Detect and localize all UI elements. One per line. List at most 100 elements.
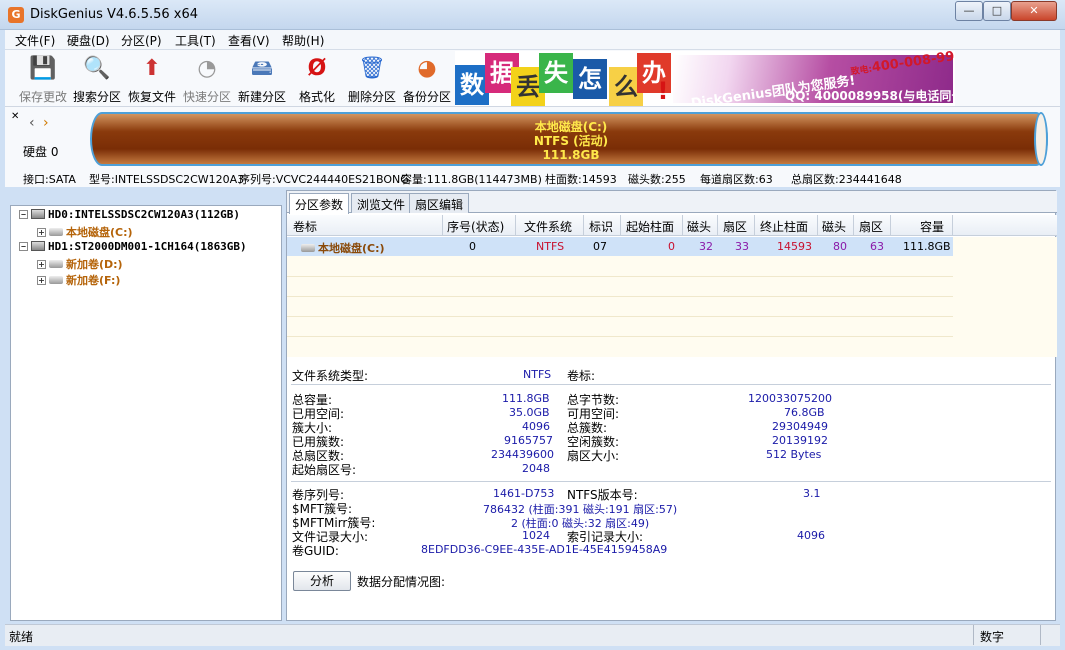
tree-item-d[interactable]: + 新加卷(D:) bbox=[37, 256, 123, 272]
app-icon: G bbox=[8, 7, 24, 23]
row-index: 0 bbox=[469, 240, 476, 253]
menu-file[interactable]: 文件(F) bbox=[15, 32, 55, 49]
row-volume-label: 本地磁盘(C:) bbox=[301, 240, 385, 256]
col-index-status[interactable]: 序号(状态) bbox=[447, 218, 504, 235]
row-filesystem: NTFS bbox=[536, 240, 565, 253]
collapse-icon[interactable]: − bbox=[19, 210, 28, 219]
fs-type-label: 文件系统类型: bbox=[292, 369, 369, 383]
used-clusters-value: 9165757 bbox=[504, 434, 553, 447]
start-sector-value: 2048 bbox=[522, 462, 550, 475]
save-icon: 💾 bbox=[29, 56, 57, 81]
expand-icon[interactable]: + bbox=[37, 276, 46, 285]
col-filesystem[interactable]: 文件系统 bbox=[524, 218, 572, 235]
guid-label: 卷GUID: bbox=[292, 544, 339, 558]
search-partition-button[interactable]: 🔍 搜索分区 bbox=[69, 52, 125, 104]
format-button[interactable]: Ø 格式化 bbox=[289, 52, 345, 104]
free-value: 76.8GB bbox=[784, 406, 825, 419]
partition-table-body: 本地磁盘(C:) 0 NTFS 07 0 32 33 14593 80 63 1… bbox=[287, 237, 1057, 357]
banner-char: 数 bbox=[455, 65, 489, 105]
backup-partition-button[interactable]: ◕ 备份分区 bbox=[399, 52, 455, 104]
total-bytes-value: 120033075200 bbox=[748, 392, 832, 405]
delete-partition-label: 删除分区 bbox=[347, 90, 396, 104]
banner-char: 怎 bbox=[573, 59, 607, 99]
free-clusters-value: 20139192 bbox=[772, 434, 828, 447]
close-icon[interactable]: ✕ bbox=[11, 111, 19, 122]
hdd-icon bbox=[31, 209, 45, 219]
new-partition-label: 新建分区 bbox=[237, 90, 286, 104]
analyze-button[interactable]: 分析 bbox=[293, 571, 351, 591]
collapse-icon[interactable]: − bbox=[19, 242, 28, 251]
tab-sector-edit[interactable]: 扇区编辑 bbox=[409, 193, 470, 213]
format-icon: Ø bbox=[307, 56, 327, 81]
tab-browse-files[interactable]: 浏览文件 bbox=[351, 193, 412, 213]
col-start-head[interactable]: 磁头 bbox=[687, 218, 711, 235]
close-button[interactable]: ✕ bbox=[1011, 1, 1057, 21]
col-start-sector[interactable]: 扇区 bbox=[723, 218, 747, 235]
menu-partition[interactable]: 分区(P) bbox=[121, 32, 162, 49]
total-cap-value: 111.8GB bbox=[502, 392, 550, 405]
col-volume-label[interactable]: 卷标 bbox=[293, 218, 317, 235]
fs-type-value: NTFS bbox=[523, 368, 552, 381]
row-end-head: 80 bbox=[833, 240, 847, 253]
tree-item-d-label: 新加卷(D:) bbox=[66, 258, 123, 271]
promo-banner[interactable]: 数 据 丢 失 怎 么 办 ! DiskGenius团队为您服务! 致电:400… bbox=[455, 51, 955, 106]
row-start-cyl: 0 bbox=[668, 240, 675, 253]
window-title: DiskGenius V4.6.5.56 x64 bbox=[30, 7, 199, 22]
quick-partition-button[interactable]: ◔ 快速分区 bbox=[179, 52, 235, 104]
tree-item-hd1[interactable]: − HD1:ST2000DM001-1CH164(1863GB) bbox=[19, 240, 247, 256]
expand-icon[interactable]: + bbox=[37, 228, 46, 237]
chevron-left-icon[interactable]: ‹ bbox=[29, 115, 35, 131]
row-end-sector: 63 bbox=[870, 240, 884, 253]
save-changes-button[interactable]: 💾 保存更改 bbox=[15, 52, 71, 104]
maximize-button[interactable]: □ bbox=[983, 1, 1011, 21]
col-start-cyl[interactable]: 起始柱面 bbox=[626, 218, 674, 235]
quick-partition-label: 快速分区 bbox=[182, 90, 231, 104]
serial-value: 1461-D753 bbox=[493, 487, 555, 500]
used-value: 35.0GB bbox=[509, 406, 550, 419]
col-capacity[interactable]: 容量 bbox=[920, 218, 944, 235]
new-partition-button[interactable]: 🖴 新建分区 bbox=[234, 52, 290, 104]
disk-info-line: 接口:SATA 型号:INTELSSDSC2CW120A3 序列号:VCVC24… bbox=[5, 169, 1060, 187]
record-size-value: 1024 bbox=[522, 529, 550, 542]
tree-item-c[interactable]: + 本地磁盘(C:) bbox=[37, 224, 133, 240]
title-bar: G DiskGenius V4.6.5.56 x64 — □ ✕ bbox=[0, 0, 1065, 30]
banner-qq: QQ: 4000089958(与电话同号) bbox=[785, 89, 955, 103]
recover-files-button[interactable]: ⬆ 恢复文件 bbox=[124, 52, 180, 104]
cluster-size-value: 4096 bbox=[522, 420, 550, 433]
tree-item-f[interactable]: + 新加卷(F:) bbox=[37, 272, 120, 288]
partition-bar-end bbox=[1034, 112, 1048, 166]
col-end-head[interactable]: 磁头 bbox=[822, 218, 846, 235]
recover-files-label: 恢复文件 bbox=[127, 90, 176, 104]
tree-item-f-label: 新加卷(F:) bbox=[66, 274, 121, 287]
partition-icon bbox=[49, 276, 63, 284]
expand-icon[interactable]: + bbox=[37, 260, 46, 269]
allocation-map-label: 数据分配情况图: bbox=[357, 575, 446, 589]
tab-partition-params[interactable]: 分区参数 bbox=[289, 193, 350, 214]
sector-size-value: 512 Bytes bbox=[766, 448, 822, 461]
col-id[interactable]: 标识 bbox=[589, 218, 613, 235]
table-row[interactable]: 本地磁盘(C:) 0 NTFS 07 0 32 33 14593 80 63 1… bbox=[287, 237, 953, 256]
tree-item-hd0[interactable]: − HD0:INTELSSDSC2CW120A3(112GB) bbox=[19, 208, 240, 224]
menu-tools[interactable]: 工具(T) bbox=[175, 32, 216, 49]
save-changes-label: 保存更改 bbox=[18, 90, 67, 104]
menu-help[interactable]: 帮助(H) bbox=[282, 32, 324, 49]
banner-phone-prefix: 致电: bbox=[850, 64, 873, 78]
info-cylinders: 柱面数:14593 bbox=[545, 173, 617, 186]
menu-view[interactable]: 查看(V) bbox=[228, 32, 270, 49]
col-end-sector[interactable]: 扇区 bbox=[859, 218, 883, 235]
delete-partition-button[interactable]: 🗑 删除分区 bbox=[344, 52, 400, 104]
info-total-sectors: 总扇区数:234441648 bbox=[791, 173, 902, 186]
total-clusters-value: 29304949 bbox=[772, 420, 828, 433]
partition-icon bbox=[301, 244, 315, 252]
tree-item-hd0-label: HD0:INTELSSDSC2CW120A3(112GB) bbox=[48, 208, 241, 221]
recover-icon: ⬆ bbox=[142, 56, 162, 81]
menu-disk[interactable]: 硬盘(D) bbox=[67, 32, 110, 49]
info-serial: 序列号:VCVC244440ES21BONG bbox=[239, 173, 409, 186]
partition-bar-c[interactable]: 本地磁盘(C:) NTFS (活动) 111.8GB bbox=[90, 112, 1048, 166]
col-end-cyl[interactable]: 终止柱面 bbox=[760, 218, 808, 235]
quick-partition-icon: ◔ bbox=[197, 56, 217, 81]
minimize-button[interactable]: — bbox=[955, 1, 983, 21]
row-start-head: 32 bbox=[699, 240, 713, 253]
guid-value: 8EDFDD36-C9EE-435E-AD1E-45E4159458A9 bbox=[421, 543, 668, 556]
chevron-right-icon[interactable]: › bbox=[43, 115, 49, 131]
